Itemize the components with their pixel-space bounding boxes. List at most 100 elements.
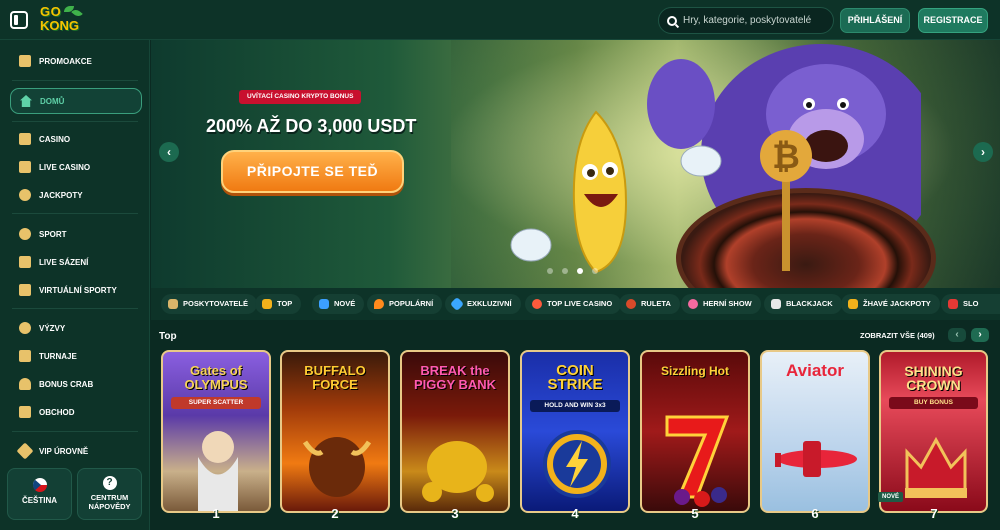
category-hot-jackpots[interactable]: ŽHAVÉ JACKPOTY bbox=[841, 294, 940, 314]
banana-mascot-illustration bbox=[572, 110, 628, 274]
game-card-coin-strike[interactable]: COIN STRIKE HOLD AND WIN 3x3 bbox=[520, 350, 630, 513]
sidebar-item-domu[interactable]: DOMŮ bbox=[10, 88, 142, 114]
category-label: SLO bbox=[963, 299, 979, 308]
game-subtitle: BUY BONUS bbox=[889, 397, 978, 409]
sidebar-item-label: VIRTUÁLNÍ SPORTY bbox=[39, 285, 117, 295]
game-title: SHINING CROWN bbox=[904, 363, 963, 393]
search-input[interactable] bbox=[683, 15, 823, 26]
banner-prev-arrow-icon[interactable]: ‹ bbox=[159, 142, 179, 162]
rank-badge: 7 bbox=[922, 503, 946, 525]
pagination-dot[interactable] bbox=[592, 268, 598, 274]
game-title: Gates of OLYMPUS bbox=[184, 363, 248, 392]
crown-illustration bbox=[905, 436, 967, 498]
logo-text-top: GO bbox=[40, 4, 62, 19]
slots-icon bbox=[948, 299, 958, 309]
pagination-dot-active[interactable] bbox=[577, 268, 583, 274]
category-label: RULETA bbox=[641, 299, 671, 308]
category-label: EXKLUZIVNÍ bbox=[467, 299, 512, 308]
game-card-break-the-piggy-bank[interactable]: BREAK the PIGGY BANK bbox=[400, 350, 510, 513]
rank-badge: 3 bbox=[443, 503, 467, 525]
category-bar: POSKYTOVATELÉ TOP NOVÉ POPULÁRNÍ EXKLUZI… bbox=[151, 288, 1000, 320]
sidebar-item-label: LIVE CASINO bbox=[39, 162, 91, 172]
category-new[interactable]: NOVÉ bbox=[312, 294, 365, 314]
sidebar-item-label: VÝZVY bbox=[39, 323, 66, 333]
carousel-next-icon[interactable]: › bbox=[971, 328, 989, 342]
sidebar-item-jackpoty[interactable]: JACKPOTY bbox=[10, 182, 142, 208]
sidebar-item-turnaje[interactable]: TURNAJE bbox=[10, 343, 142, 369]
sidebar-toggle-icon[interactable] bbox=[10, 11, 28, 29]
view-all-link[interactable]: ZOBRAZIT VŠE (409) bbox=[860, 331, 935, 340]
sidebar-item-promoakce[interactable]: PROMOAKCE bbox=[10, 48, 142, 74]
piggy-illustration bbox=[422, 441, 494, 502]
sidebar-item-bonus-crab[interactable]: BONUS CRAB bbox=[10, 371, 142, 397]
live-betting-icon bbox=[19, 256, 31, 268]
sidebar-item-label: DOMŮ bbox=[40, 96, 65, 106]
crown-icon bbox=[262, 299, 272, 309]
game-title: Aviator bbox=[786, 361, 844, 380]
divider bbox=[12, 80, 138, 81]
game-show-icon bbox=[688, 299, 698, 309]
help-center-button[interactable]: ? CENTRUM NÁPOVĚDY bbox=[77, 468, 142, 520]
category-label: POPULÁRNÍ bbox=[389, 299, 434, 308]
logo[interactable]: GO KONG bbox=[40, 4, 83, 36]
lightning-icon bbox=[319, 299, 329, 309]
bitcoin-icon: ₿ bbox=[760, 130, 812, 271]
game-card-gates-of-olympus[interactable]: Gates of OLYMPUS SUPER SCATTER bbox=[161, 350, 271, 513]
banner-headline: 200% AŽ DO 3,000 USDT bbox=[206, 116, 417, 136]
seven-illustration bbox=[665, 415, 730, 507]
sidebar-item-vip[interactable]: VIP ÚROVNĚ bbox=[10, 438, 142, 464]
search-box[interactable] bbox=[658, 7, 834, 34]
sidebar-item-vyzvy[interactable]: VÝZVY bbox=[10, 315, 142, 341]
tournaments-icon bbox=[19, 350, 31, 362]
game-card-sizzling-hot[interactable]: Sizzling Hot bbox=[640, 350, 750, 513]
game-card-buffalo-force[interactable]: BUFFALO FORCE bbox=[280, 350, 390, 513]
register-button[interactable]: REGISTRACE bbox=[918, 8, 988, 33]
promo-banner[interactable]: ₿ UVÍTACÍ CASINO KRYPTO BONUS 200% AŽ DO… bbox=[151, 40, 1000, 288]
vip-icon bbox=[16, 442, 34, 460]
game-card-shining-crown[interactable]: SHINING CROWN BUY BONUS bbox=[879, 350, 988, 513]
login-button[interactable]: PŘIHLÁŠENÍ bbox=[840, 8, 910, 33]
sidebar-item-label: TURNAJE bbox=[39, 351, 77, 361]
sidebar-item-live-sazeni[interactable]: LIVE SÁZENÍ bbox=[10, 249, 142, 275]
fire-icon bbox=[374, 299, 384, 309]
sidebar-item-sport[interactable]: SPORT bbox=[10, 221, 142, 247]
sidebar-item-virtualni-sporty[interactable]: VIRTUÁLNÍ SPORTY bbox=[10, 277, 142, 303]
czech-flag-icon bbox=[32, 478, 47, 492]
providers-icon bbox=[168, 299, 178, 309]
category-popular[interactable]: POPULÁRNÍ bbox=[367, 294, 443, 314]
category-slots[interactable]: SLO bbox=[941, 294, 1000, 314]
sidebar-item-live-casino[interactable]: LIVE CASINO bbox=[10, 154, 142, 180]
category-blackjack[interactable]: BLACKJACK bbox=[764, 294, 842, 314]
category-top[interactable]: TOP bbox=[255, 294, 302, 314]
divider bbox=[12, 213, 138, 214]
divider bbox=[12, 431, 138, 432]
help-label-line1: CENTRUM bbox=[90, 493, 129, 502]
game-card-aviator[interactable]: Aviator bbox=[760, 350, 870, 513]
cards-icon bbox=[771, 299, 781, 309]
category-game-show[interactable]: HERNÍ SHOW bbox=[681, 294, 761, 314]
carousel-prev-icon[interactable]: ‹ bbox=[948, 328, 966, 342]
game-subtitle: SUPER SCATTER bbox=[171, 397, 261, 409]
help-icon: ? bbox=[102, 476, 117, 490]
sidebar-item-obchod[interactable]: OBCHOD bbox=[10, 399, 142, 425]
category-roulette[interactable]: RULETA bbox=[619, 294, 680, 314]
category-providers[interactable]: POSKYTOVATELÉ bbox=[161, 294, 258, 314]
jackpot-icon bbox=[848, 299, 858, 309]
bonus-tag: UVÍTACÍ CASINO KRYPTO BONUS bbox=[239, 90, 362, 104]
category-exclusive[interactable]: EXKLUZIVNÍ bbox=[445, 294, 521, 314]
sidebar-item-label: VIP ÚROVNĚ bbox=[39, 446, 89, 456]
sidebar-item-label: JACKPOTY bbox=[39, 190, 83, 200]
category-top-live-casino[interactable]: TOP LIVE CASINO bbox=[525, 294, 622, 314]
game-title: COIN STRIKE bbox=[547, 362, 603, 393]
section-title: Top bbox=[159, 331, 177, 342]
game-title: BUFFALO FORCE bbox=[304, 363, 366, 392]
svg-text:₿: ₿ bbox=[772, 137, 800, 177]
rank-badge: 6 bbox=[803, 503, 827, 525]
banner-next-arrow-icon[interactable]: › bbox=[973, 142, 993, 162]
sidebar-item-casino[interactable]: CASINO bbox=[10, 126, 142, 152]
pagination-dot[interactable] bbox=[547, 268, 553, 274]
join-now-button[interactable]: PŘIPOJTE SE TEĎ bbox=[221, 150, 404, 193]
pagination-dot[interactable] bbox=[562, 268, 568, 274]
live-icon bbox=[532, 299, 542, 309]
language-button[interactable]: ČEŠTINA bbox=[7, 468, 72, 520]
